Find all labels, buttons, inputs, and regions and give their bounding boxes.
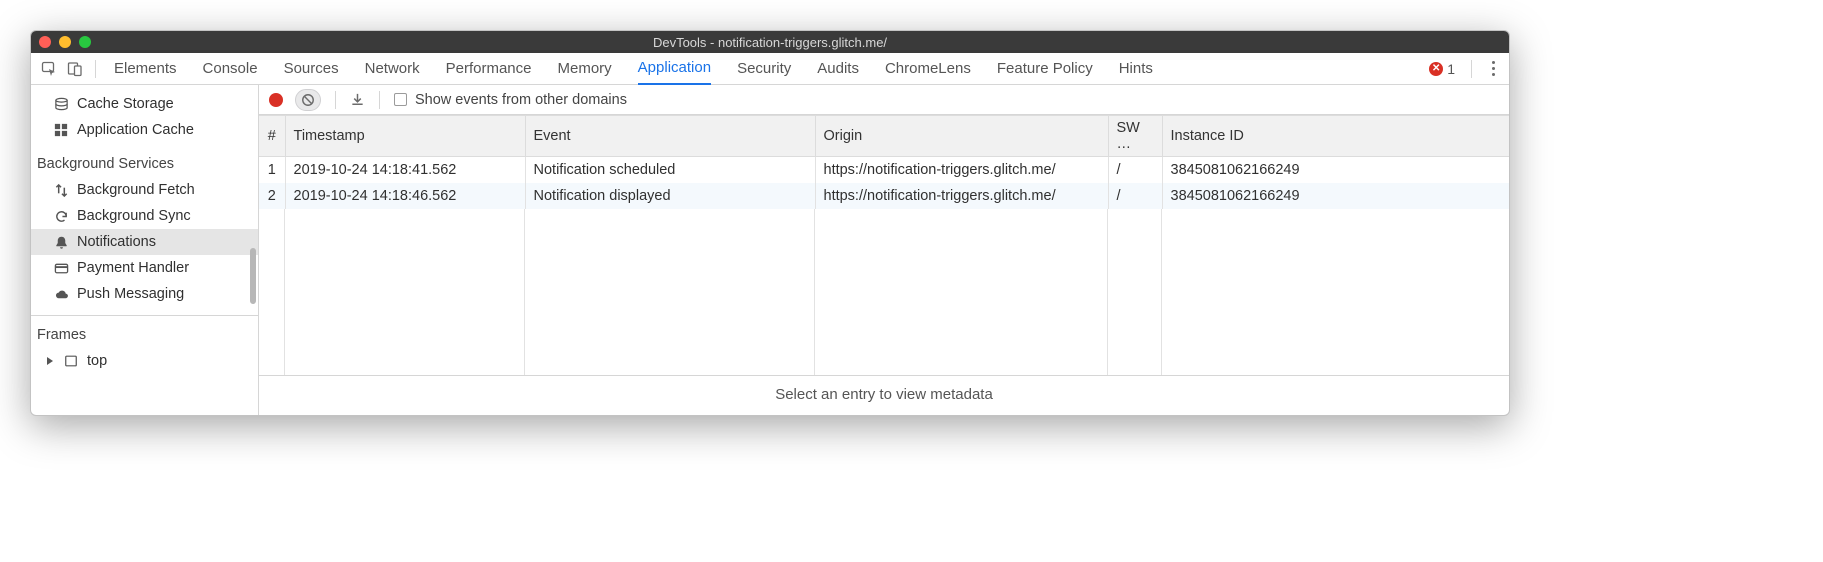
sidebar-label: Push Messaging (77, 286, 184, 302)
traffic-lights (39, 36, 91, 48)
tab-console[interactable]: Console (203, 53, 258, 85)
sidebar-label: Notifications (77, 234, 156, 250)
panel-tabs: Elements Console Sources Network Perform… (114, 53, 1153, 85)
checkbox-icon (394, 93, 407, 106)
cell-timestamp: 2019-10-24 14:18:41.562 (285, 157, 525, 184)
separator (379, 91, 380, 109)
events-toolbar: Show events from other domains (259, 85, 1509, 115)
sidebar-item-frame-top[interactable]: top (31, 348, 258, 374)
tab-audits[interactable]: Audits (817, 53, 859, 85)
sidebar-label: Background Fetch (77, 182, 195, 198)
triangle-right-icon (45, 353, 55, 369)
tab-memory[interactable]: Memory (558, 53, 612, 85)
cell-timestamp: 2019-10-24 14:18:46.562 (285, 183, 525, 209)
col-timestamp[interactable]: Timestamp (285, 116, 525, 157)
sidebar-label: Cache Storage (77, 96, 174, 112)
table-row[interactable]: 2 2019-10-24 14:18:46.562 Notification d… (259, 183, 1509, 209)
cell-number: 1 (259, 157, 285, 184)
grid-icon (53, 122, 69, 138)
tab-network[interactable]: Network (365, 53, 420, 85)
col-sw-scope[interactable]: SW … (1108, 116, 1162, 157)
errors-badge[interactable]: ✕ 1 (1429, 61, 1455, 77)
cell-event: Notification displayed (525, 183, 815, 209)
window-maximize-button[interactable] (79, 36, 91, 48)
show-other-domains-checkbox[interactable]: Show events from other domains (394, 92, 627, 108)
sidebar-label: Payment Handler (77, 260, 189, 276)
sidebar-label: Application Cache (77, 122, 194, 138)
save-button[interactable] (350, 92, 365, 107)
separator (95, 60, 96, 78)
cell-number: 2 (259, 183, 285, 209)
cell-sw-scope: / (1108, 157, 1162, 184)
col-event[interactable]: Event (525, 116, 815, 157)
cell-origin: https://notification-triggers.glitch.me/ (815, 183, 1108, 209)
tab-elements[interactable]: Elements (114, 53, 177, 85)
sidebar-label: top (87, 353, 107, 369)
titlebar: DevTools - notification-triggers.glitch.… (31, 31, 1509, 53)
sidebar-item-background-sync[interactable]: Background Sync (31, 203, 258, 229)
separator (1471, 60, 1472, 78)
main-panel: Show events from other domains # Timesta… (259, 85, 1509, 415)
more-menu-icon[interactable] (1488, 57, 1499, 80)
events-table: # Timestamp Event Origin SW … Instance I… (259, 115, 1509, 415)
cloud-icon (53, 286, 69, 302)
sidebar-item-push-messaging[interactable]: Push Messaging (31, 281, 258, 307)
tab-application[interactable]: Application (638, 53, 711, 85)
tab-performance[interactable]: Performance (446, 53, 532, 85)
tab-sources[interactable]: Sources (284, 53, 339, 85)
metadata-placeholder: Select an entry to view metadata (259, 375, 1509, 415)
sidebar-item-notifications[interactable]: Notifications (31, 229, 258, 255)
database-icon (53, 96, 69, 112)
frame-icon (63, 353, 79, 369)
sidebar-item-cache-storage[interactable]: Cache Storage (31, 91, 258, 117)
tab-feature-policy[interactable]: Feature Policy (997, 53, 1093, 85)
sidebar-item-application-cache[interactable]: Application Cache (31, 117, 258, 143)
sidebar-label: Background Sync (77, 208, 191, 224)
cell-origin: https://notification-triggers.glitch.me/ (815, 157, 1108, 184)
cell-event: Notification scheduled (525, 157, 815, 184)
tabbar-actions: ✕ 1 (1429, 57, 1503, 80)
bell-icon (53, 234, 69, 250)
col-number[interactable]: # (259, 116, 285, 157)
sidebar-group-frames: Frames (31, 322, 258, 348)
tabbar: Elements Console Sources Network Perform… (31, 53, 1509, 85)
devtools-body: Cache Storage Application Cache Backgrou… (31, 85, 1509, 415)
transfer-icon (53, 182, 69, 198)
col-instance-id[interactable]: Instance ID (1162, 116, 1509, 157)
clear-button[interactable] (295, 89, 321, 111)
window-close-button[interactable] (39, 36, 51, 48)
devtools-window: DevTools - notification-triggers.glitch.… (30, 30, 1510, 416)
window-title: DevTools - notification-triggers.glitch.… (31, 35, 1509, 50)
record-button[interactable] (269, 93, 283, 107)
separator (335, 91, 336, 109)
table-row[interactable]: 1 2019-10-24 14:18:41.562 Notification s… (259, 157, 1509, 184)
sidebar-group-background-services: Background Services (31, 151, 258, 177)
clear-icon (301, 93, 315, 107)
scrollbar-thumb[interactable] (250, 248, 256, 304)
window-minimize-button[interactable] (59, 36, 71, 48)
application-sidebar: Cache Storage Application Cache Backgrou… (31, 85, 259, 415)
table-header-row: # Timestamp Event Origin SW … Instance I… (259, 116, 1509, 157)
sidebar-item-payment-handler[interactable]: Payment Handler (31, 255, 258, 281)
credit-card-icon (53, 260, 69, 276)
sidebar-item-background-fetch[interactable]: Background Fetch (31, 177, 258, 203)
error-icon: ✕ (1429, 62, 1443, 76)
cell-sw-scope: / (1108, 183, 1162, 209)
tab-security[interactable]: Security (737, 53, 791, 85)
table-empty-area (259, 209, 1509, 375)
tab-hints[interactable]: Hints (1119, 53, 1153, 85)
tab-chromelens[interactable]: ChromeLens (885, 53, 971, 85)
checkbox-label: Show events from other domains (415, 92, 627, 108)
separator (31, 315, 258, 316)
download-icon (350, 92, 365, 107)
sync-icon (53, 208, 69, 224)
errors-count: 1 (1447, 61, 1455, 77)
col-origin[interactable]: Origin (815, 116, 1108, 157)
cell-instance-id: 3845081062166249 (1162, 157, 1509, 184)
device-toolbar-icon[interactable] (63, 57, 87, 81)
cell-instance-id: 3845081062166249 (1162, 183, 1509, 209)
inspect-element-icon[interactable] (37, 57, 61, 81)
